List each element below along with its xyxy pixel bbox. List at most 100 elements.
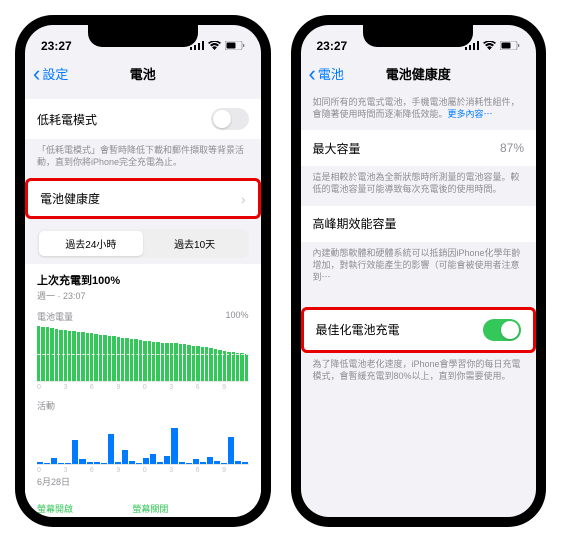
axis-tick: 9 <box>116 384 142 391</box>
activity-bar <box>108 434 114 465</box>
activity-bar <box>207 457 213 464</box>
activity-bar <box>179 462 185 464</box>
wifi-icon <box>208 39 221 53</box>
segment-24h[interactable]: 過去24小時 <box>39 231 143 256</box>
activity-bar <box>101 463 107 464</box>
chart-x-axis-2: 03690369 <box>37 467 249 474</box>
battery-bar <box>148 341 151 381</box>
screen-on-label: 螢幕開啟 <box>37 502 108 515</box>
optimized-charging-label: 最佳化電池充電 <box>316 321 400 338</box>
activity-bar <box>122 450 128 465</box>
activity-bar <box>186 463 192 464</box>
activity-bar <box>87 462 93 464</box>
activity-bar <box>58 463 64 464</box>
back-button[interactable]: 設定 <box>33 64 68 83</box>
axis-tick: 6 <box>196 467 222 474</box>
battery-bar <box>179 344 182 381</box>
status-time: 23:27 <box>41 39 72 53</box>
axis-tick: 0 <box>37 384 63 391</box>
battery-bar <box>121 338 124 381</box>
activity-bar <box>228 437 234 464</box>
screen-on-value: 1小時 22分鐘 <box>37 515 108 517</box>
activity-bar <box>94 462 100 464</box>
status-icons <box>190 39 245 53</box>
activity-bar <box>164 456 170 465</box>
axis-tick: 0 <box>143 467 169 474</box>
axis-tick: 9 <box>116 467 142 474</box>
battery-bar <box>86 333 89 381</box>
battery-bar <box>156 342 159 381</box>
axis-tick: 0 <box>37 467 63 474</box>
time-range-segment[interactable]: 過去24小時 過去10天 <box>37 229 249 258</box>
axis-tick: 9 <box>222 467 248 474</box>
battery-bar <box>174 343 177 381</box>
axis-tick: 3 <box>169 384 195 391</box>
battery-bar <box>205 347 208 381</box>
status-time: 23:27 <box>317 39 348 53</box>
battery-bar <box>117 337 120 381</box>
segment-10d[interactable]: 過去10天 <box>143 231 247 256</box>
battery-bar <box>59 330 62 382</box>
battery-health-row[interactable]: 電池健康度 › <box>25 178 261 219</box>
low-power-footnote: 「低耗電模式」會暫時降低下載和郵件擷取等背景活動，直到你將iPhone完全充電為… <box>25 139 261 178</box>
axis-tick: 9 <box>222 384 248 391</box>
battery-health-label: 電池健康度 <box>40 190 100 207</box>
activity-bar <box>65 463 71 464</box>
axis-tick: 3 <box>169 467 195 474</box>
activity-label: 活動 <box>37 399 55 412</box>
low-power-mode-row[interactable]: 低耗電模式 <box>25 99 261 139</box>
battery-bar <box>77 332 80 382</box>
intro-footnote: 如同所有的充電式電池，手機電池屬於消耗性組件，會隨著使用時間而逐漸降低效能。更多… <box>301 91 537 130</box>
activity-bar <box>193 459 199 464</box>
chevron-right-icon: › <box>241 191 246 207</box>
activity-bar <box>200 462 206 464</box>
battery-bar <box>236 353 239 382</box>
activity-bar <box>79 459 85 464</box>
battery-bar <box>72 331 75 382</box>
max-capacity-label: 最大容量 <box>313 140 361 157</box>
battery-icon <box>225 39 245 53</box>
activity-bar <box>171 428 177 465</box>
back-button[interactable]: 電池 <box>309 64 344 83</box>
axis-tick: 6 <box>90 384 116 391</box>
battery-bar <box>183 344 186 381</box>
battery-bar <box>152 342 155 382</box>
status-icons <box>465 39 520 53</box>
battery-bar <box>64 330 67 381</box>
battery-bar <box>139 340 142 381</box>
battery-icon <box>500 39 520 53</box>
page-title: 電池 <box>130 64 156 83</box>
activity-bar <box>150 454 156 464</box>
optimized-charging-toggle[interactable] <box>483 319 521 341</box>
activity-bar <box>129 461 135 465</box>
optimized-charging-footnote: 為了降低電池老化速度，iPhone會學習你的每日充電模式，會暫緩充電到80%以上… <box>301 353 537 392</box>
peak-performance-label: 高峰期效能容量 <box>313 215 397 232</box>
activity-bar <box>115 462 121 464</box>
optimized-charging-row[interactable]: 最佳化電池充電 <box>301 307 537 353</box>
battery-bar <box>187 345 190 381</box>
battery-bar <box>68 331 71 382</box>
battery-level-chart <box>37 326 249 382</box>
low-power-toggle[interactable] <box>211 108 249 130</box>
battery-level-max: 100% <box>225 310 248 323</box>
battery-bar <box>125 338 128 381</box>
battery-bar <box>161 343 164 382</box>
activity-bar <box>221 463 227 464</box>
battery-bar <box>232 352 235 381</box>
max-capacity-value: 87% <box>500 141 524 155</box>
battery-bar <box>108 336 111 382</box>
activity-bar <box>143 458 149 464</box>
battery-bar <box>165 343 168 382</box>
more-info-link[interactable]: 更多內容⋯ <box>448 109 493 119</box>
battery-bar <box>223 351 226 381</box>
battery-bar <box>143 341 146 382</box>
battery-bar <box>112 336 115 381</box>
battery-bar <box>201 347 204 382</box>
battery-bar <box>218 350 221 381</box>
battery-bar <box>192 346 195 382</box>
battery-bar <box>134 339 137 381</box>
last-charge-title: 上次充電到100% <box>37 272 249 288</box>
battery-bar <box>196 346 199 381</box>
wifi-icon <box>483 39 496 53</box>
battery-bar <box>50 328 53 381</box>
